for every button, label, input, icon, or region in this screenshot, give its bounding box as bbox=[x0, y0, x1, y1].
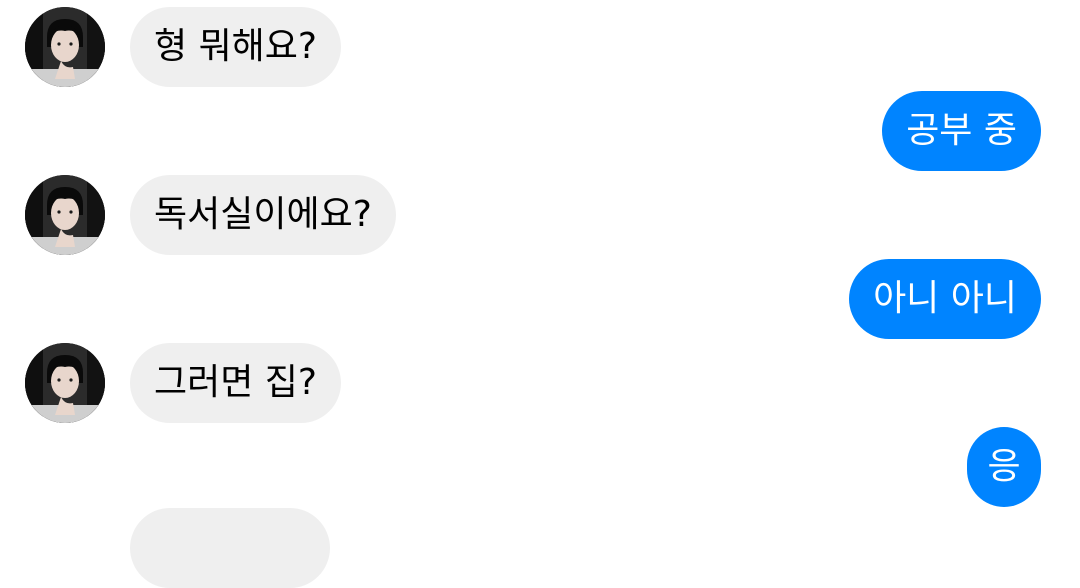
message-text: 응 bbox=[987, 446, 1021, 487]
message-bubble-incoming[interactable]: 형 뭐해요? bbox=[130, 7, 342, 87]
message-bubble-outgoing[interactable]: 응 bbox=[967, 427, 1041, 507]
message-bubble-outgoing[interactable]: 공부 중 bbox=[882, 91, 1041, 171]
message-row-incoming: 그러면 집? bbox=[0, 336, 1080, 423]
message-text: 형 뭐해요? bbox=[154, 26, 318, 67]
message-text: 독서실이에요? bbox=[154, 194, 372, 235]
message-bubble-outgoing[interactable]: 아니 아니 bbox=[849, 259, 1041, 339]
message-bubble-incoming[interactable]: 독서실이에요? bbox=[130, 175, 396, 255]
contact-avatar[interactable] bbox=[25, 175, 105, 255]
contact-avatar[interactable] bbox=[25, 7, 105, 87]
avatar-photo-icon bbox=[25, 343, 105, 423]
avatar-photo-icon bbox=[25, 7, 105, 87]
message-text: 그러면 집? bbox=[154, 362, 318, 403]
message-row-outgoing: 공부 중 bbox=[0, 91, 1080, 171]
message-row-outgoing: 응 bbox=[0, 427, 1080, 507]
message-text: 아니 아니 bbox=[873, 278, 1017, 319]
avatar-photo-icon bbox=[25, 175, 105, 255]
message-row-incoming: 형 뭐해요? bbox=[0, 0, 1080, 87]
message-bubble-incoming-partial[interactable] bbox=[130, 508, 330, 588]
contact-avatar[interactable] bbox=[25, 343, 105, 423]
message-bubble-incoming[interactable]: 그러면 집? bbox=[130, 343, 342, 423]
message-row-incoming: 독서실이에요? bbox=[0, 168, 1080, 255]
message-text: 공부 중 bbox=[906, 110, 1017, 151]
message-row-outgoing: 아니 아니 bbox=[0, 259, 1080, 339]
